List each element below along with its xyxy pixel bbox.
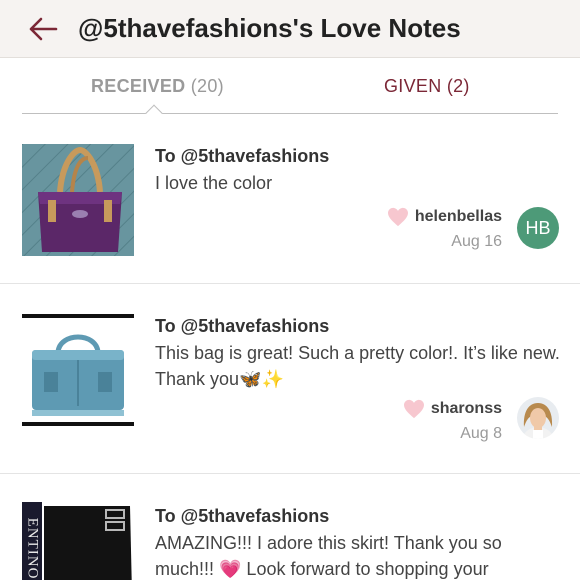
note-message: I love the color xyxy=(155,173,273,193)
note-recipient: To @5thavefashions xyxy=(155,506,330,526)
back-arrow-icon xyxy=(29,17,58,40)
note-message: This bag is great! Such a pretty color!.… xyxy=(155,343,560,389)
love-notes-list: To @5thavefashions I love the color hele… xyxy=(0,114,580,580)
sender-row[interactable]: sharonss xyxy=(403,399,502,419)
heart-icon xyxy=(403,399,424,419)
note-message: AMAZING!!! I adore this skirt! Thank you… xyxy=(155,533,502,579)
list-item: To @5thavefashions This bag is great! Su… xyxy=(0,284,580,474)
sender-row[interactable]: helenbellas xyxy=(387,207,502,227)
tab-given[interactable]: GIVEN (2) xyxy=(384,76,470,97)
sender-username: helenbellas xyxy=(414,208,502,225)
avatar[interactable] xyxy=(517,397,559,439)
tab-received-label: RECEIVED xyxy=(91,76,186,96)
listing-thumbnail[interactable] xyxy=(22,314,134,426)
listing-thumbnail[interactable] xyxy=(22,144,134,256)
page-title: @5thavefashions's Love Notes xyxy=(78,13,461,43)
note-recipient: To @5thavefashions xyxy=(155,316,330,336)
listing-thumbnail[interactable]: ENTINO xyxy=(22,502,134,580)
tab-received-count: (20) xyxy=(190,76,224,96)
note-recipient: To @5thavefashions xyxy=(155,146,330,166)
thumb-brand-text: ENTINO xyxy=(24,517,41,580)
note-date: Aug 8 xyxy=(460,425,502,442)
tab-received[interactable]: RECEIVED (20) xyxy=(91,76,224,97)
back-button[interactable] xyxy=(14,0,72,58)
list-item: ENTINO To @5thavefashions AMAZING!!! I a… xyxy=(0,474,580,580)
blue-laptop-bag-image xyxy=(22,314,134,426)
tab-bar: RECEIVED (20) GIVEN (2) xyxy=(0,58,580,122)
heart-icon xyxy=(387,207,408,227)
list-item: To @5thavefashions I love the color hele… xyxy=(0,114,580,284)
top-bar: @5thavefashions's Love Notes xyxy=(0,0,580,58)
avatar[interactable]: HB xyxy=(517,207,559,249)
sender-username: sharonss xyxy=(430,400,502,417)
note-date: Aug 16 xyxy=(451,233,502,250)
user-photo-avatar xyxy=(517,397,559,439)
purple-tote-bag-image xyxy=(22,144,134,256)
